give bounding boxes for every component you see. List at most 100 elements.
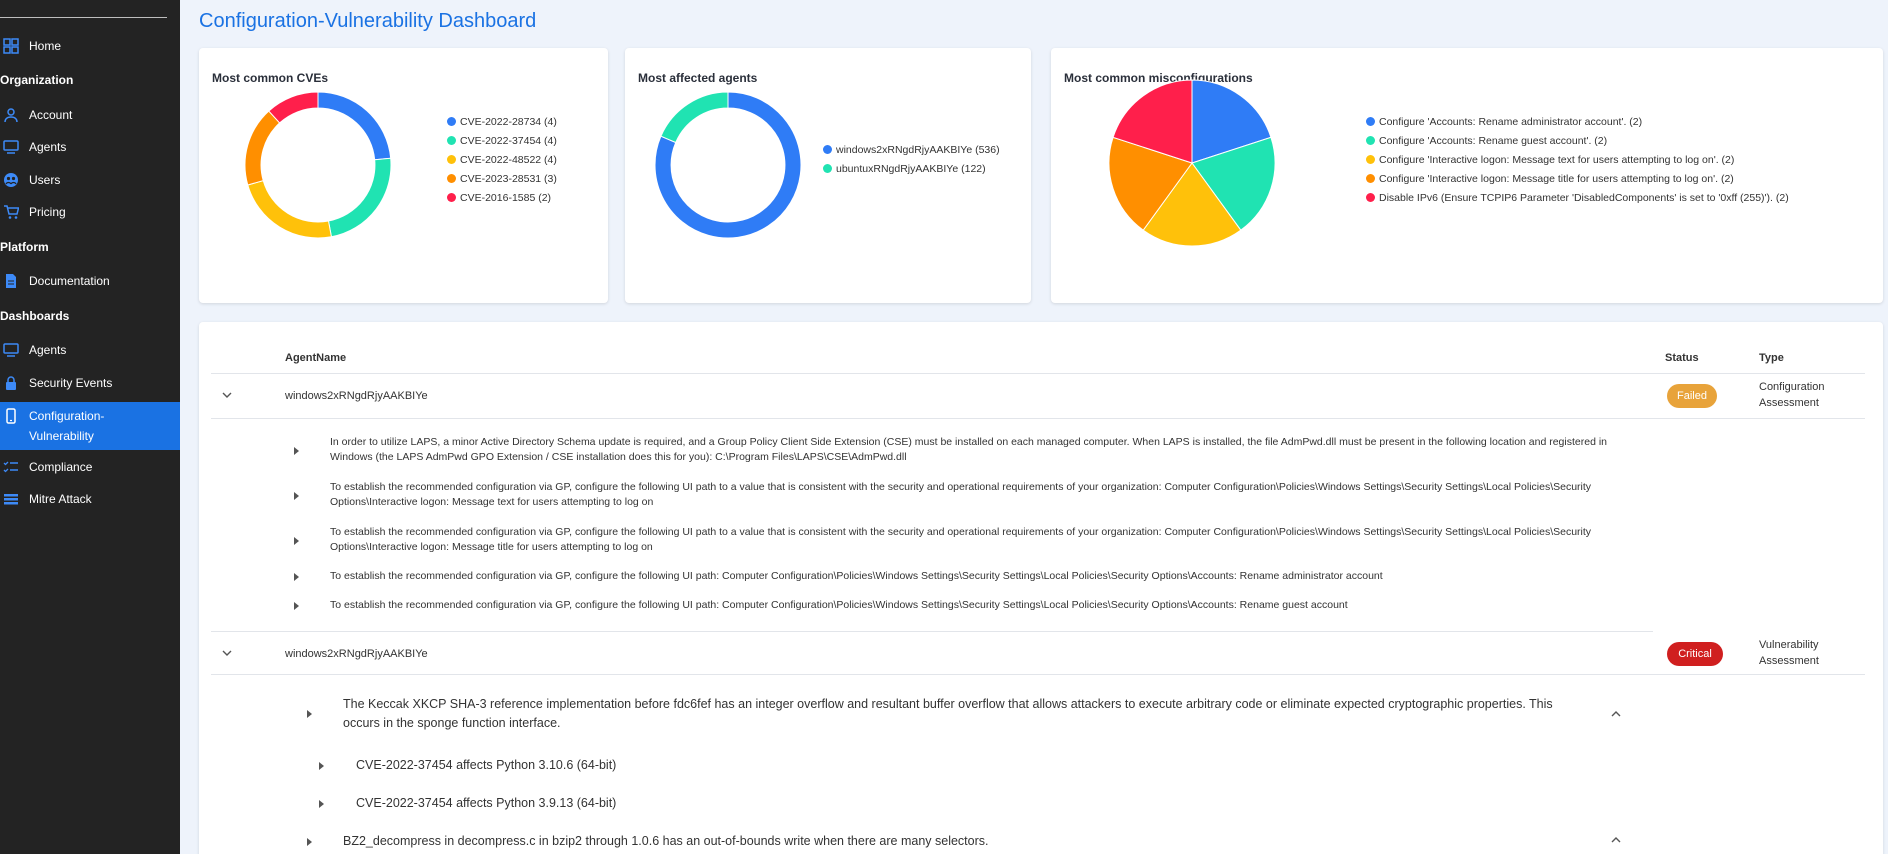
expand-arrow-icon[interactable] bbox=[294, 573, 299, 581]
card-most-affected-agents: Most affected agents windows2xRNgdRjyAAK… bbox=[625, 48, 1031, 303]
chevron-down-icon[interactable] bbox=[221, 647, 233, 659]
pie-slice[interactable] bbox=[327, 157, 392, 238]
sidebar-item-label: Agents bbox=[29, 140, 67, 154]
sidebar-item-label: Mitre Attack bbox=[29, 492, 92, 506]
legend-swatch bbox=[447, 174, 456, 183]
pie-slice[interactable] bbox=[247, 179, 332, 239]
section-platform: Platform bbox=[0, 240, 49, 254]
legend-label: CVE-2022-48522 (4) bbox=[460, 153, 557, 166]
card-title: Most affected agents bbox=[638, 71, 758, 85]
legend-label: Configure 'Accounts: Rename guest accoun… bbox=[1379, 134, 1608, 147]
sidebar-item-dashboard-agents[interactable]: Agents bbox=[0, 341, 180, 359]
pie-slice[interactable] bbox=[268, 91, 319, 124]
type-line: Configuration bbox=[1759, 381, 1825, 393]
legend-label: Configure 'Interactive logon: Message te… bbox=[1379, 153, 1735, 166]
agents-legend: windows2xRNgdRjyAAKBIYe (536) ubuntuxRNg… bbox=[823, 140, 1000, 178]
expand-arrow-icon[interactable] bbox=[307, 838, 312, 846]
pie-slice[interactable] bbox=[244, 110, 281, 186]
legend-label: Configure 'Accounts: Rename administrato… bbox=[1379, 115, 1643, 128]
type-text: Configuration Assessment bbox=[1759, 379, 1824, 411]
legend-label: CVE-2022-37454 (4) bbox=[460, 134, 557, 147]
table-row-agent-name: windows2xRNgdRjyAAKBIYe bbox=[285, 648, 428, 660]
sidebar-item-label: Home bbox=[29, 39, 62, 53]
pie-slice[interactable] bbox=[317, 91, 392, 161]
legend-swatch bbox=[447, 155, 456, 164]
sidebar-item-compliance[interactable]: Compliance bbox=[0, 458, 180, 476]
legend-swatch bbox=[1366, 174, 1375, 183]
expand-arrow-icon[interactable] bbox=[307, 710, 312, 718]
chevron-up-icon[interactable] bbox=[1610, 834, 1622, 846]
sidebar-item-documentation[interactable]: Documentation bbox=[0, 272, 180, 290]
row-divider bbox=[211, 674, 1865, 675]
expand-arrow-icon[interactable] bbox=[294, 492, 299, 500]
chevron-down-icon[interactable] bbox=[221, 389, 233, 401]
checklist-icon bbox=[2, 458, 20, 476]
section-dashboards: Dashboards bbox=[0, 309, 70, 323]
legend-label: ubuntuxRNgdRjyAAKBIYe (122) bbox=[836, 162, 986, 175]
affects-text: CVE-2022-37454 affects Python 3.9.13 (64… bbox=[356, 796, 617, 810]
legend-swatch bbox=[1366, 155, 1375, 164]
detail-text: To establish the recommended configurati… bbox=[330, 481, 1592, 508]
misconfig-legend: Configure 'Accounts: Rename administrato… bbox=[1366, 112, 1789, 207]
users-icon bbox=[2, 171, 20, 189]
sidebar-item-mitre-attack[interactable]: Mitre Attack bbox=[0, 490, 180, 508]
legend-item: CVE-2022-28734 (4) bbox=[447, 112, 557, 131]
legend-swatch bbox=[1366, 136, 1375, 145]
column-header-type[interactable]: Type bbox=[1759, 352, 1784, 364]
detail-text: To establish the recommended configurati… bbox=[330, 526, 1592, 553]
legend-item: CVE-2022-48522 (4) bbox=[447, 150, 557, 169]
sidebar-item-label: Documentation bbox=[29, 274, 110, 288]
legend-item: ubuntuxRNgdRjyAAKBIYe (122) bbox=[823, 159, 1000, 178]
vulnerability-text: The Keccak XKCP SHA-3 reference implemen… bbox=[343, 697, 1553, 730]
legend-swatch bbox=[1366, 193, 1375, 202]
legend-item: Configure 'Interactive logon: Message ti… bbox=[1366, 169, 1789, 188]
agents-donut-chart bbox=[654, 91, 802, 239]
legend-swatch bbox=[823, 164, 832, 173]
legend-item: Configure 'Accounts: Rename administrato… bbox=[1366, 112, 1789, 131]
sidebar-item-users[interactable]: Users bbox=[0, 171, 180, 189]
expand-arrow-icon[interactable] bbox=[294, 447, 299, 455]
sidebar-item-pricing[interactable]: Pricing bbox=[0, 203, 180, 221]
sidebar-item-label: Compliance bbox=[29, 460, 93, 474]
card-title: Most common CVEs bbox=[212, 71, 329, 85]
sidebar-item-configuration-vulnerability[interactable]: Configuration- Vulnerability bbox=[0, 402, 180, 450]
legend-item: Disable IPv6 (Ensure TCPIP6 Parameter 'D… bbox=[1366, 188, 1789, 207]
legend-swatch bbox=[447, 193, 456, 202]
detail-text: To establish the recommended configurati… bbox=[330, 599, 1348, 611]
row-divider bbox=[211, 418, 1865, 419]
legend-label: CVE-2016-1585 (2) bbox=[460, 191, 552, 204]
pie-slice[interactable] bbox=[660, 91, 729, 144]
cves-legend: CVE-2022-28734 (4) CVE-2022-37454 (4) CV… bbox=[447, 112, 557, 207]
status-badge: Critical bbox=[1667, 642, 1723, 666]
type-line: Vulnerability bbox=[1759, 639, 1819, 651]
status-badge: Failed bbox=[1667, 384, 1717, 408]
legend-item: CVE-2016-1585 (2) bbox=[447, 188, 557, 207]
grid-icon bbox=[2, 37, 20, 55]
document-icon bbox=[2, 272, 20, 290]
legend-item: Configure 'Interactive logon: Message te… bbox=[1366, 150, 1789, 169]
legend-label: windows2xRNgdRjyAAKBIYe (536) bbox=[836, 143, 1000, 156]
sidebar-item-label: Account bbox=[29, 108, 73, 122]
legend-item: CVE-2023-28531 (3) bbox=[447, 169, 557, 188]
detail-text: In order to utilize LAPS, a minor Active… bbox=[330, 436, 1608, 463]
sidebar-item-security-events[interactable]: Security Events bbox=[0, 374, 180, 392]
sidebar-item-account[interactable]: Account bbox=[0, 106, 180, 124]
column-header-agent[interactable]: AgentName bbox=[285, 352, 346, 364]
sidebar: Home Organization Account Agents Users P… bbox=[0, 0, 180, 854]
type-text: Vulnerability Assessment bbox=[1759, 637, 1819, 669]
expand-arrow-icon[interactable] bbox=[319, 800, 324, 808]
page-title: Configuration-Vulnerability Dashboard bbox=[199, 10, 537, 32]
column-header-status[interactable]: Status bbox=[1665, 352, 1699, 364]
expand-arrow-icon[interactable] bbox=[294, 537, 299, 545]
legend-swatch bbox=[823, 145, 832, 154]
detail-text: To establish the recommended configurati… bbox=[330, 570, 1383, 582]
sidebar-item-label-line2: Vulnerability bbox=[29, 429, 94, 443]
section-organization: Organization bbox=[0, 73, 74, 87]
chevron-up-icon[interactable] bbox=[1610, 708, 1622, 720]
sidebar-item-home[interactable]: Home bbox=[0, 37, 180, 55]
monitor-icon bbox=[2, 341, 20, 359]
header-divider bbox=[211, 373, 1865, 374]
expand-arrow-icon[interactable] bbox=[319, 762, 324, 770]
sidebar-item-agents[interactable]: Agents bbox=[0, 138, 180, 156]
expand-arrow-icon[interactable] bbox=[294, 602, 299, 610]
